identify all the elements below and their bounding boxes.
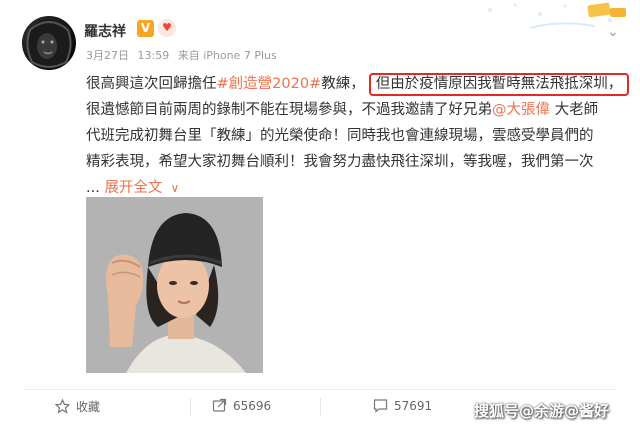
- post-line-2: 很遺憾節目前兩周的錄制不能在現場參與，不過我邀請了好兄弟@大張偉 大老師: [86, 97, 626, 123]
- post-body: 很高興這次回歸擔任#創造營2020#教練， 但由於疫情原因我暫時無法飛抵深圳， 很…: [86, 71, 630, 201]
- member-badge-icon: ♥: [158, 19, 176, 37]
- post-time[interactable]: 13:59: [138, 49, 170, 62]
- post-text-segment: 很高興這次回歸擔任: [86, 76, 217, 92]
- post-date[interactable]: 3月27日: [86, 49, 129, 62]
- post-line-3: 代班完成初舞台里「教練」的光榮使命！同時我也會連線現場，雲感受學員們的: [86, 128, 594, 144]
- post-source: 来自 iPhone 7 Plus: [177, 49, 277, 62]
- lion-avatar-image: [26, 19, 72, 68]
- post-line-4: 精彩表現，希望大家初舞台順利！我會努力盡快飛往深圳，等我喔，我們第一次: [86, 154, 594, 170]
- person-photo-illustration: [86, 197, 263, 373]
- hashtag-link[interactable]: #創造營2020#: [217, 76, 322, 92]
- repost-icon: [212, 398, 227, 412]
- star-icon: [55, 399, 70, 414]
- favorite-button[interactable]: 收藏: [55, 398, 100, 415]
- more-options-chevron-icon[interactable]: ⌄: [607, 24, 619, 40]
- watermark: 搜狐号@余游@酱好: [474, 402, 610, 420]
- post-text-segment: 大老師: [550, 102, 599, 118]
- post-text-segment: 教練，: [321, 76, 365, 92]
- comment-icon: [373, 399, 388, 413]
- comment-button[interactable]: 57691: [373, 398, 432, 413]
- avatar[interactable]: [22, 16, 76, 70]
- repost-count: 65696: [233, 398, 272, 413]
- highlighted-sentence: 但由於疫情原因我暫時無法飛抵深圳，: [368, 73, 630, 96]
- footer-divider: [24, 389, 616, 390]
- author-name[interactable]: 羅志祥: [84, 21, 126, 41]
- repost-button[interactable]: 65696: [212, 398, 271, 413]
- favorite-label: 收藏: [76, 400, 101, 414]
- expand-full-text-link[interactable]: 展开全文: [104, 180, 162, 196]
- comment-count: 57691: [394, 398, 433, 413]
- ellipsis: ...: [86, 180, 105, 196]
- chevron-down-icon[interactable]: ∨: [170, 181, 179, 195]
- action-divider: [190, 398, 191, 416]
- verified-badge-icon: V: [137, 20, 154, 37]
- post-line-1: 很高興這次回歸擔任#創造營2020#教練， 但由於疫情原因我暫時無法飛抵深圳，: [86, 71, 630, 97]
- action-divider: [320, 398, 321, 416]
- mention-link[interactable]: @大張偉: [492, 102, 550, 118]
- post-meta: 3月27日 13:59 来自 iPhone 7 Plus: [86, 47, 282, 63]
- post-photo[interactable]: [86, 197, 263, 373]
- post-text-segment: 很遺憾節目前兩周的錄制不能在現場參與，不過我邀請了好兄弟: [86, 102, 492, 118]
